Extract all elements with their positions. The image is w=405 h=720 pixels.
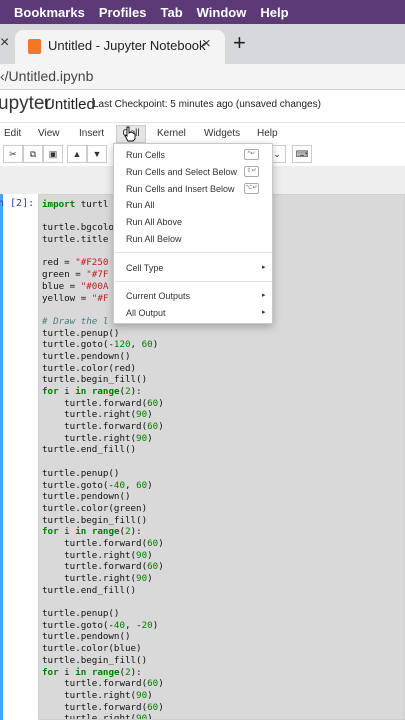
code-line: turtle.right(90): [42, 549, 153, 561]
code-line: for i in range(2):: [42, 666, 142, 678]
shortcut-alt-badge: ⌥↵: [244, 183, 259, 194]
os-menu-tab[interactable]: Tab: [161, 5, 183, 20]
new-tab-button[interactable]: +: [233, 32, 246, 54]
submenu-arrow-icon: ▸: [262, 309, 266, 316]
os-menu-help[interactable]: Help: [260, 5, 288, 20]
browser-tab-active[interactable]: Untitled - Jupyter Notebook ×: [15, 30, 225, 64]
menu-item-cell-type[interactable]: Cell Type: [126, 263, 163, 273]
code-line: turtle.color(green): [42, 502, 148, 514]
menu-item-run-cells-select-below[interactable]: Run Cells and Select Below: [126, 167, 237, 177]
code-line: turtle.pendown(): [42, 491, 131, 503]
menu-help[interactable]: Help: [257, 128, 278, 139]
code-line: turtle.pendown(): [42, 631, 131, 643]
jupyter-favicon-icon: [28, 39, 41, 54]
code-line: turtle.goto(-40, 60): [42, 479, 153, 491]
menu-divider: [114, 252, 272, 253]
jupyter-header: upyter Untitled Last Checkpoint: 5 minut…: [0, 90, 405, 122]
menu-divider: [114, 281, 272, 282]
tab-close-icon[interactable]: ×: [202, 35, 211, 52]
menu-view[interactable]: View: [38, 128, 60, 139]
code-line: turtle.begin_fill(): [42, 374, 148, 386]
code-line: turtle.penup(): [42, 327, 120, 339]
code-line: for i in range(2):: [42, 386, 142, 397]
hand-cursor-icon: [124, 126, 136, 142]
code-line: turtle.forward(60): [42, 537, 164, 549]
code-line: for i in range(2):: [42, 526, 142, 538]
menu-item-current-outputs[interactable]: Current Outputs: [126, 291, 190, 301]
menu-item-run-all-below[interactable]: Run All Below: [126, 234, 182, 244]
code-line: turtle.color(blue): [42, 643, 142, 655]
code-line: turtle.end_fill(): [42, 444, 137, 456]
paste-icon[interactable]: ▣: [43, 145, 63, 163]
menu-item-run-cells-insert-below[interactable]: Run Cells and Insert Below: [126, 184, 235, 194]
code-line: turtle.begin_fill(): [42, 654, 148, 666]
menu-insert[interactable]: Insert: [79, 128, 104, 139]
code-line: turtle.right(90): [42, 573, 153, 584]
os-menu-profiles[interactable]: Profiles: [99, 5, 147, 20]
submenu-arrow-icon: ▸: [262, 292, 266, 299]
menu-widgets[interactable]: Widgets: [204, 128, 240, 139]
move-up-icon[interactable]: ▲: [67, 145, 87, 163]
code-line: turtle.forward(60): [42, 421, 164, 433]
shortcut-run-badge: ^↵: [244, 149, 259, 160]
code-line: turtle.end_fill(): [42, 584, 137, 596]
copy-icon[interactable]: ⧉: [23, 145, 43, 163]
shortcut-shift-badge: ⇧↵: [244, 166, 259, 177]
keyboard-icon[interactable]: ⌨: [292, 145, 312, 163]
code-line: turtle.pendown(): [42, 350, 131, 362]
os-menu-bookmarks[interactable]: Bookmarks: [14, 5, 85, 20]
code-line: turtle.penup(): [42, 467, 120, 479]
address-bar[interactable]: ‹/Untitled.ipynb: [0, 64, 405, 90]
notebook-name[interactable]: Untitled: [44, 96, 95, 113]
code-line: turtle.right(90): [42, 689, 153, 701]
menu-item-run-all[interactable]: Run All: [126, 200, 155, 210]
os-menubar: Bookmarks Profiles Tab Window Help: [0, 0, 405, 24]
cut-icon[interactable]: ✂: [3, 145, 23, 163]
menu-edit[interactable]: Edit: [4, 128, 21, 139]
os-menu-window[interactable]: Window: [197, 5, 247, 20]
browser-tab-strip: × Untitled - Jupyter Notebook × +: [0, 24, 405, 64]
code-line: turtle.forward(60): [42, 678, 164, 690]
code-line: turtle.color(red): [42, 362, 137, 374]
close-icon[interactable]: ×: [0, 34, 9, 52]
url-text[interactable]: ‹/Untitled.ipynb: [0, 68, 93, 84]
code-line: turtle.right(90): [42, 409, 153, 421]
menu-item-all-output[interactable]: All Output: [126, 308, 166, 318]
code-line: turtle.goto(-120, 60): [42, 339, 159, 351]
checkpoint-status: Last Checkpoint: 5 minutes ago (unsaved …: [93, 99, 321, 110]
code-line: turtle.right(90): [42, 713, 153, 720]
menu-item-run-all-above[interactable]: Run All Above: [126, 217, 182, 227]
cell-menu-dropdown: Run Cells ^↵ Run Cells and Select Below …: [113, 143, 273, 324]
move-down-icon[interactable]: ▼: [87, 145, 107, 163]
code-line: turtle.goto(-40, -20): [42, 619, 159, 631]
code-line: turtle.forward(60): [42, 561, 164, 573]
menu-kernel[interactable]: Kernel: [157, 128, 186, 139]
submenu-arrow-icon: ▸: [262, 264, 266, 271]
code-line: turtle.penup(): [42, 608, 120, 620]
cell-prompt: n [2]:: [0, 198, 35, 209]
code-line: turtle.right(90): [42, 432, 153, 444]
cell-selection-edge: [0, 194, 3, 720]
code-line: turtle.forward(60): [42, 397, 164, 409]
tab-title: Untitled - Jupyter Notebook: [48, 38, 206, 53]
code-line: turtle.begin_fill(): [42, 514, 148, 526]
code-line: turtle.forward(60): [42, 701, 164, 713]
jupyter-menubar: Edit View Insert Cell Kernel Widgets Hel…: [0, 122, 405, 144]
menu-item-run-cells[interactable]: Run Cells: [126, 150, 165, 160]
